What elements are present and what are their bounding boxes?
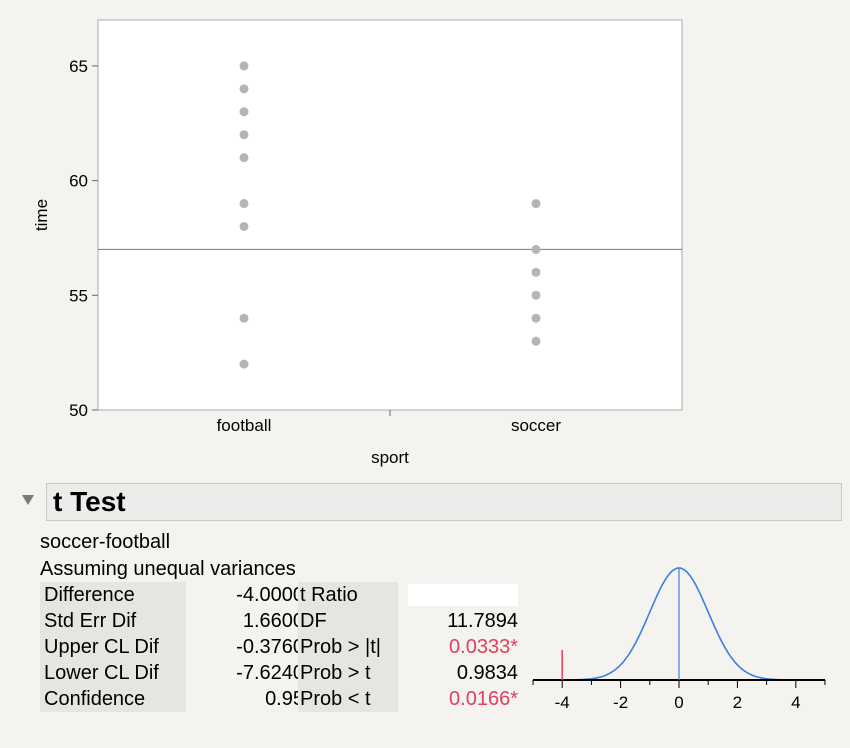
stat-label-2: Prob > |t| — [298, 634, 398, 660]
data-point — [239, 221, 249, 231]
stat-value-2: 0.9834 — [456, 662, 518, 684]
stat-value: 0.95 — [265, 688, 304, 710]
stat-label: Confidence — [40, 686, 186, 712]
data-point — [531, 290, 541, 300]
data-point — [531, 244, 541, 254]
data-point — [239, 107, 249, 117]
data-point — [239, 313, 249, 323]
stat-value: -7.6240 — [236, 662, 304, 684]
data-point — [531, 313, 541, 323]
ttest-header: t Test — [22, 483, 844, 523]
y-tick-label: 65 — [69, 57, 88, 76]
comparison-label: soccer-football — [40, 531, 171, 553]
ttest-title-bar[interactable]: t Test — [46, 483, 842, 521]
stat-label-2: Prob > t — [298, 660, 398, 686]
dist-tick-label: -4 — [555, 693, 570, 712]
disclosure-triangle-icon[interactable] — [22, 495, 34, 505]
ttest-title: t Test — [53, 486, 126, 517]
dist-tick-label: 0 — [674, 693, 683, 712]
y-axis-label: time — [32, 199, 51, 231]
stat-label-2: Prob < t — [298, 686, 398, 712]
data-point — [239, 61, 249, 71]
y-tick-label: 50 — [69, 401, 88, 420]
stat-label: Upper CL Dif — [40, 634, 186, 660]
data-point — [239, 359, 249, 369]
stat-label: Std Err Dif — [40, 608, 186, 634]
data-point — [531, 199, 541, 209]
stat-label-2: DF — [298, 608, 398, 634]
data-point — [239, 153, 249, 163]
plot-area — [97, 19, 683, 411]
data-point — [531, 267, 541, 277]
y-tick-label: 60 — [69, 172, 88, 191]
oneway-plot: 50 55 60 65 football soccer sport time — [32, 19, 683, 467]
data-point — [239, 130, 249, 140]
t-density-curve — [533, 567, 825, 681]
data-point — [239, 199, 249, 209]
data-point — [239, 84, 249, 94]
stat-value-2 — [408, 584, 518, 606]
dist-tick-label: 2 — [733, 693, 742, 712]
x-tick-label: football — [217, 416, 272, 435]
stat-label-2: t Ratio — [298, 582, 398, 608]
dist-tick-label: 4 — [791, 693, 800, 712]
stat-value-2: 0.0166* — [449, 688, 518, 710]
y-tick-label: 55 — [69, 286, 88, 305]
x-axis-label: sport — [371, 448, 409, 467]
assumption-label: Assuming unequal variances — [40, 558, 296, 580]
stat-label: Difference — [40, 582, 186, 608]
data-point — [531, 336, 541, 346]
x-tick-label: soccer — [511, 416, 561, 435]
stat-value: -0.3760 — [236, 636, 304, 658]
stat-value: 1.6600 — [242, 610, 304, 632]
stat-value-2: 11.7894 — [447, 610, 518, 632]
stat-value-2: 0.0333* — [449, 636, 518, 658]
dist-tick-label: -2 — [613, 693, 628, 712]
stat-label: Lower CL Dif — [40, 660, 186, 686]
report-frame: 50 55 60 65 football soccer sport time t Test s… — [0, 0, 850, 748]
stat-value: -4.0000 — [236, 584, 304, 606]
